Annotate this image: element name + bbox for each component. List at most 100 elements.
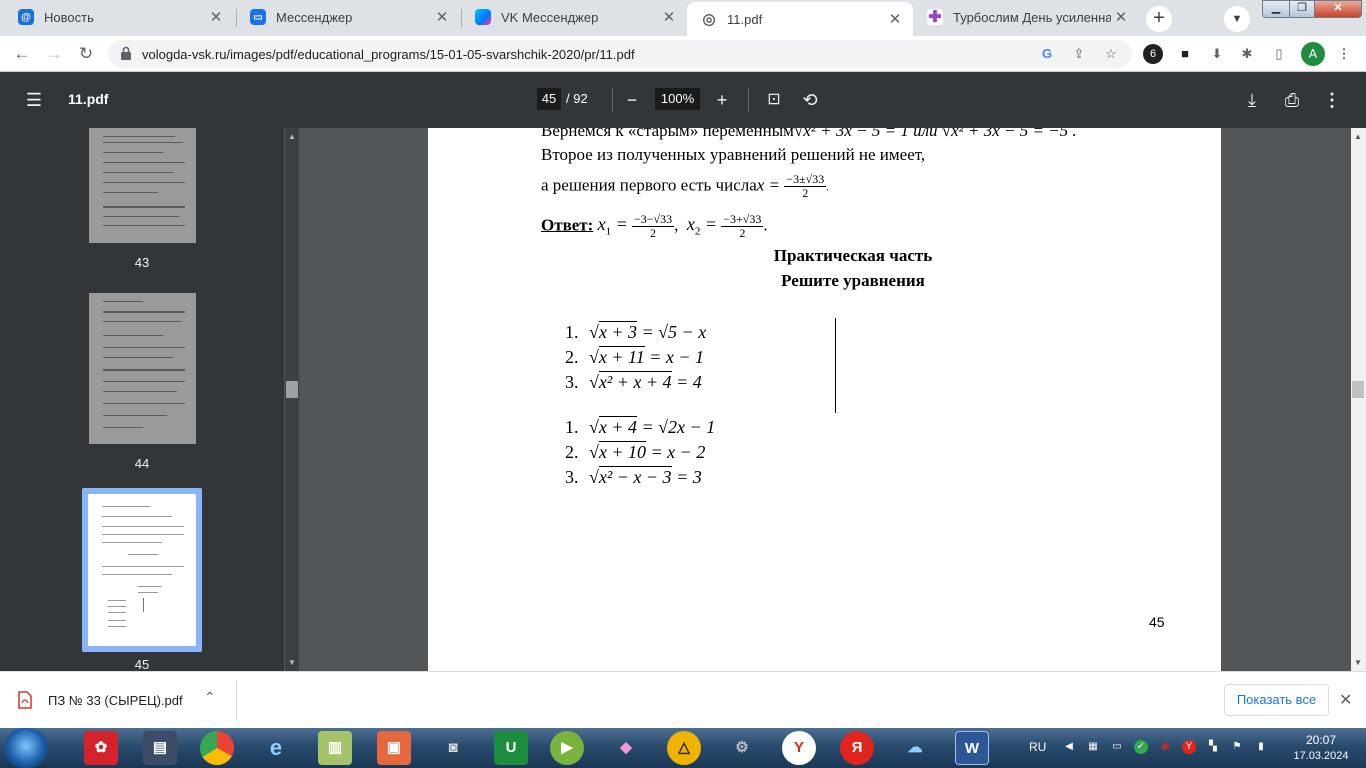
download-icon[interactable]: ⤓: [1240, 88, 1264, 112]
fit-to-page-icon[interactable]: ⊡: [762, 88, 786, 112]
thumbnail-number: 43: [134, 255, 150, 270]
shield-icon[interactable]: ✓: [1134, 740, 1148, 754]
extension-6-icon[interactable]: 6: [1143, 44, 1163, 64]
menu-icon[interactable]: ⋮: [1334, 44, 1354, 64]
huawei-icon[interactable]: ✿: [84, 731, 118, 765]
back-icon[interactable]: ←: [10, 42, 34, 66]
page-number-input[interactable]: 45: [537, 88, 561, 110]
equation-item: 2. √x + 10 = x − 2: [565, 441, 706, 462]
clock-time[interactable]: 20:07: [1286, 733, 1356, 747]
at-sign-icon: @: [18, 9, 34, 25]
globe-icon: ◎: [701, 11, 717, 28]
network-tray-icon[interactable]: ▦: [1086, 740, 1100, 754]
camera-icon[interactable]: ◙: [436, 731, 470, 765]
star-icon[interactable]: ☆: [1102, 45, 1120, 63]
pdf-filename: 11.pdf: [68, 91, 109, 107]
flag-icon[interactable]: ⚑: [1230, 740, 1244, 754]
media-player-icon[interactable]: ▶: [550, 731, 584, 765]
display-tray-icon[interactable]: ▭: [1110, 740, 1124, 754]
cross-icon: ✚: [927, 9, 943, 26]
profile-avatar[interactable]: A: [1301, 42, 1325, 66]
antivirus-icon[interactable]: ◉: [1158, 740, 1172, 754]
zoom-input[interactable]: 100%: [655, 88, 700, 110]
chrome-icon[interactable]: [200, 731, 234, 765]
extension-mask-icon[interactable]: ■: [1175, 44, 1195, 64]
share-icon[interactable]: ⇪: [1070, 45, 1088, 63]
vk-messenger-icon: [475, 9, 491, 25]
thumbnail-number: 45: [134, 657, 150, 671]
close-icon[interactable]: ✕: [432, 8, 452, 26]
presentation-icon[interactable]: ▣: [377, 731, 411, 765]
restore-button[interactable]: ❐: [1289, 0, 1315, 18]
answer-line: Ответ: x1 = −3−√33 2, x2 = −3+√33 2.: [541, 212, 768, 240]
forward-icon[interactable]: →: [42, 42, 66, 66]
minimize-button[interactable]: ▁: [1262, 0, 1290, 18]
word-icon[interactable]: W: [955, 731, 989, 765]
thumbnail-page-45[interactable]: [88, 494, 196, 646]
close-icon[interactable]: ✕: [206, 8, 226, 26]
tab-search-button[interactable]: ▼: [1224, 6, 1250, 32]
address-bar[interactable]: vologda-vsk.ru/images/pdf/educational_pr…: [108, 40, 1132, 68]
close-icon[interactable]: ✕: [1339, 690, 1352, 710]
equation-item: 1. √x + 3 = √5 − x: [565, 321, 707, 342]
rotate-icon[interactable]: ⟲: [798, 88, 822, 112]
volume-icon[interactable]: ◀: [1062, 740, 1076, 754]
tab-turboslim[interactable]: ✚ Турбослим День усиленная ф ✕: [913, 0, 1139, 34]
tab-novost[interactable]: @ Новость ✕: [4, 0, 234, 34]
yandex-tray-icon[interactable]: Y: [1182, 740, 1196, 754]
sidebar-scrollbar[interactable]: ▲ ▼: [285, 128, 299, 671]
chevron-up-icon[interactable]: ⌃: [204, 689, 216, 706]
start-button[interactable]: [4, 728, 48, 768]
close-icon[interactable]: ✕: [885, 10, 905, 28]
thumbnail-number: 44: [134, 456, 150, 471]
close-icon[interactable]: ✕: [659, 8, 679, 26]
new-tab-button[interactable]: +: [1146, 6, 1172, 32]
download-bar: ПЗ № 33 (СЫРЕЦ).pdf ⌃ Показать все ✕: [0, 671, 1366, 728]
tab-11-pdf[interactable]: ◎ 11.pdf ✕: [687, 2, 913, 36]
gear-app-icon[interactable]: ⚙: [725, 731, 759, 765]
text-line-3: а решения первого есть числаx = −3±√33 2.: [541, 172, 829, 200]
thumbnail-page-44[interactable]: [89, 293, 196, 444]
show-all-button[interactable]: Показать все: [1224, 684, 1329, 716]
color-app-icon[interactable]: ◆: [609, 731, 643, 765]
tab-title: Новость: [44, 9, 94, 25]
text: Вернемся к «старым» переменным: [541, 128, 794, 140]
ie-icon[interactable]: e: [259, 731, 293, 765]
connection-icon[interactable]: ▮: [1254, 740, 1268, 754]
text-line-1: Вернемся к «старым» переменным√x² + 3x −…: [541, 128, 1077, 141]
puzzle-icon[interactable]: ✱: [1237, 44, 1257, 64]
divider: [748, 88, 749, 112]
download-filename[interactable]: ПЗ № 33 (СЫРЕЦ).pdf: [48, 693, 183, 708]
print-icon[interactable]: ⎙: [1280, 88, 1304, 112]
u-app-icon[interactable]: U: [494, 731, 528, 765]
numerator: −3±√33: [784, 172, 827, 187]
more-options-icon[interactable]: ⋮: [1320, 88, 1344, 112]
fraction: −3±√33 2: [784, 172, 827, 200]
close-icon[interactable]: ✕: [1111, 8, 1131, 26]
thumbnail-page-43[interactable]: [89, 128, 196, 243]
download-extension-icon[interactable]: ⬇: [1207, 44, 1227, 64]
heading-practical: Практическая часть: [773, 246, 933, 265]
language-indicator[interactable]: RU: [1029, 740, 1046, 754]
clock-date[interactable]: 17.03.2024: [1286, 750, 1356, 762]
reload-icon[interactable]: ↻: [74, 42, 98, 66]
yandex-browser-icon[interactable]: Y: [782, 731, 816, 765]
side-panel-icon[interactable]: ▯: [1269, 44, 1289, 64]
tab-vk-messenger[interactable]: VK Мессенджер ✕: [461, 0, 687, 34]
zoom-in-icon[interactable]: +: [710, 88, 734, 112]
map-icon[interactable]: ▥: [318, 731, 352, 765]
page-number: 45: [1149, 614, 1165, 630]
google-translate-icon[interactable]: G: [1038, 45, 1056, 63]
browser-toolbar: ← → ↻ vologda-vsk.ru/images/pdf/educatio…: [0, 36, 1366, 102]
main-scrollbar[interactable]: ▲ ▼: [1351, 128, 1366, 671]
safely-remove-icon[interactable]: ▚: [1206, 740, 1220, 754]
close-window-button[interactable]: ✕: [1314, 0, 1362, 18]
zoom-out-icon[interactable]: −: [620, 88, 644, 112]
network-app-icon[interactable]: ☁: [898, 731, 932, 765]
floppy-icon[interactable]: ▤: [143, 731, 177, 765]
tab-messenger[interactable]: ▭ Мессенджер ✕: [236, 0, 460, 34]
hamburger-menu-icon[interactable]: ☰: [22, 88, 46, 112]
triangle-app-icon[interactable]: △: [667, 731, 701, 765]
yandex-icon[interactable]: Я: [840, 731, 874, 765]
equation-item: 1. √x + 4 = √2x − 1: [565, 416, 716, 437]
